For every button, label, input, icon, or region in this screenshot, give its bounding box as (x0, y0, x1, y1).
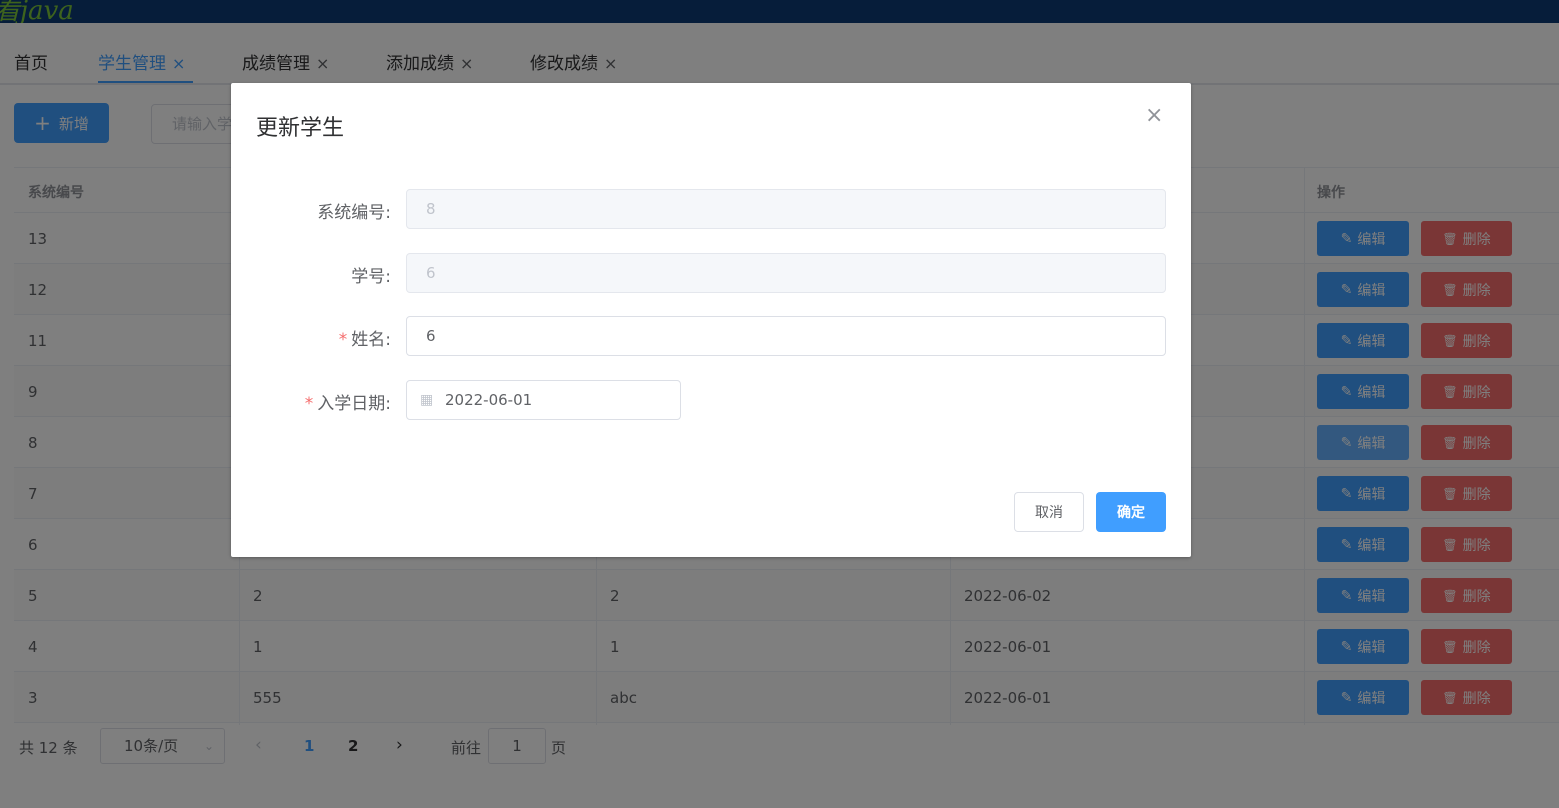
student-no-label: 学号: (351, 267, 391, 287)
required-mark: * (338, 330, 348, 350)
name-label: * 姓名: (338, 330, 391, 350)
dialog-title: 更新学生 (256, 116, 345, 141)
required-mark: * (304, 394, 314, 414)
calendar-icon: ▦ (420, 392, 434, 408)
enroll-date-value: 2022-06-01 (445, 391, 533, 409)
cancel-button[interactable]: 取消 (1014, 492, 1084, 532)
enroll-date-picker[interactable]: ▦ 2022-06-01 (406, 380, 681, 420)
system-id-label: 系统编号: (317, 203, 391, 223)
update-student-dialog: 更新学生 × 系统编号: 8 学号: 6 * 姓名: 6 * 入学日期: ▦ 202… (231, 83, 1191, 557)
close-icon[interactable]: × (1145, 105, 1163, 127)
system-id-field: 8 (406, 189, 1166, 229)
name-field[interactable]: 6 (406, 316, 1166, 356)
student-no-field: 6 (406, 253, 1166, 293)
enroll-date-label: * 入学日期: (304, 394, 391, 414)
confirm-button[interactable]: 确定 (1096, 492, 1166, 532)
